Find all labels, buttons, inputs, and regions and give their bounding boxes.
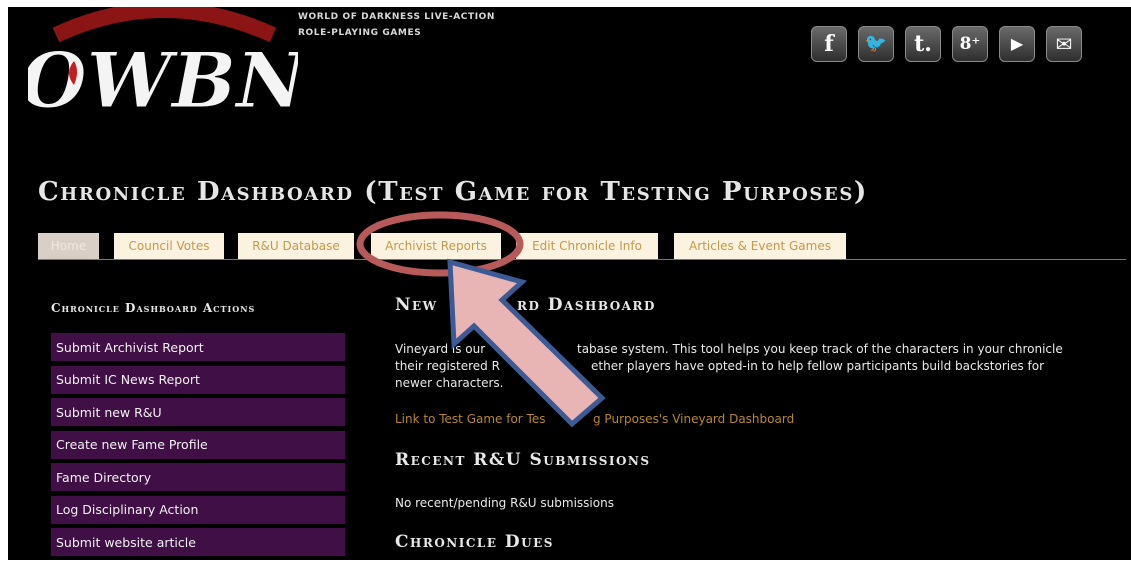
social-icons: f 🐦 t. 8⁺ ▶ ✉ <box>811 26 1082 62</box>
section-title-recent-ru: Recent R&U Submissions <box>395 450 651 470</box>
site-tagline: World of Darkness Live-Action Role-Playi… <box>298 9 495 41</box>
tab-divider <box>38 259 1126 260</box>
sidebar-title: Chronicle Dashboard Actions <box>51 301 256 315</box>
vineyard-line-2-a: their registered R <box>395 359 500 373</box>
bottom-margin <box>0 560 1131 567</box>
tagline-line-2: Role-Playing Games <box>298 28 422 38</box>
tumblr-icon[interactable]: t. <box>905 26 941 62</box>
logo-text: OWBN <box>28 36 298 125</box>
sidebar-item-submit-archivist-report[interactable]: Submit Archivist Report <box>51 333 345 361</box>
page-title: Chronicle Dashboard (Test Game for Testi… <box>38 177 868 207</box>
owbn-logo[interactable]: OWBN <box>28 7 298 127</box>
sidebar-item-submit-ic-news-report[interactable]: Submit IC News Report <box>51 365 345 394</box>
sidebar-item-fame-directory[interactable]: Fame Directory <box>51 463 345 491</box>
vineyard-line-3: newer characters. <box>395 376 504 390</box>
google-plus-icon[interactable]: 8⁺ <box>952 26 988 62</box>
tab-edit-chronicle-info[interactable]: Edit Chronicle Info <box>516 233 658 259</box>
section-title-chronicle-dues: Chronicle Dues <box>395 532 554 552</box>
sidebar-menu: Submit Archivist Report Submit IC News R… <box>51 333 345 567</box>
email-icon[interactable]: ✉ <box>1046 26 1082 62</box>
tab-archivist-reports[interactable]: Archivist Reports <box>371 233 501 259</box>
vineyard-line-2-b: ether players have opted-in to help fell… <box>591 359 1045 373</box>
tab-council-votes[interactable]: Council Votes <box>114 233 224 259</box>
twitter-icon[interactable]: 🐦 <box>858 26 894 62</box>
page-frame: OWBN World of Darkness Live-Action Role-… <box>8 7 1131 567</box>
sidebar-item-log-disciplinary-action[interactable]: Log Disciplinary Action <box>51 495 345 524</box>
vineyard-line-1-b: tabase system. This tool helps you keep … <box>577 342 1063 356</box>
vineyard-line-1-a: Vineyard is our <box>395 342 486 356</box>
section-title-vineyard-part-a: New <box>395 295 438 315</box>
tab-home[interactable]: Home <box>38 233 99 259</box>
sidebar-item-create-fame-profile[interactable]: Create new Fame Profile <box>51 430 345 459</box>
sidebar-item-submit-website-article[interactable]: Submit website article <box>51 528 345 556</box>
tab-ru-database[interactable]: R&U Database <box>238 233 354 259</box>
sidebar-item-submit-new-ru[interactable]: Submit new R&U <box>51 398 345 426</box>
vineyard-dashboard-link-a[interactable]: Link to Test Game for Tes <box>395 412 545 426</box>
section-title-vineyard-part-b: rd Dashboard <box>517 295 656 315</box>
vineyard-dashboard-link-b[interactable]: g Purposes's Vineyard Dashboard <box>593 412 794 426</box>
facebook-icon[interactable]: f <box>811 26 847 62</box>
tab-articles-event-games[interactable]: Articles & Event Games <box>674 233 846 259</box>
tagline-line-1: World of Darkness Live-Action <box>298 12 496 22</box>
recent-ru-text: No recent/pending R&U submissions <box>395 496 614 510</box>
youtube-icon[interactable]: ▶ <box>999 26 1035 62</box>
